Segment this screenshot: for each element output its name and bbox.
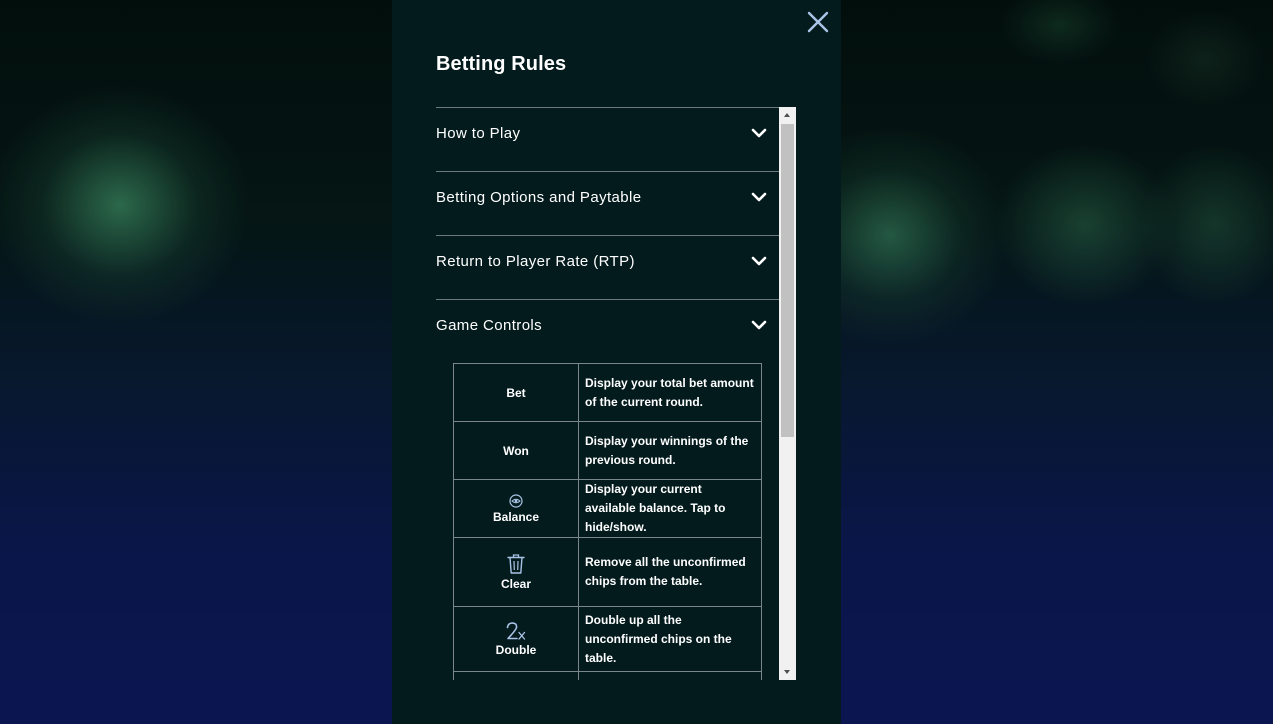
control-name: Balance (453, 479, 579, 538)
control-name: Won (453, 421, 579, 480)
table-row: Bet Display your total bet amount of the… (453, 363, 762, 422)
section-label: Game Controls (436, 317, 543, 334)
control-name: Double (453, 606, 579, 672)
eye-icon (509, 493, 523, 508)
control-name: Bet (453, 363, 579, 422)
control-name: Clear (453, 537, 579, 607)
close-icon (807, 11, 829, 33)
table-row: Double Double up all the unconfirmed chi… (453, 606, 762, 672)
section-how-to-play[interactable]: How to Play (436, 107, 779, 171)
control-description (578, 671, 762, 680)
control-description: Double up all the unconfirmed chips on t… (578, 606, 762, 672)
section-label: How to Play (436, 125, 521, 142)
control-description: Remove all the unconfirmed chips from th… (578, 537, 762, 607)
scroll-down-arrow-icon[interactable] (784, 670, 790, 674)
game-controls-table: Bet Display your total bet amount of the… (453, 363, 762, 680)
double-2x-icon (506, 622, 526, 640)
table-row (453, 671, 762, 680)
trash-icon (507, 554, 525, 574)
section-label: Return to Player Rate (RTP) (436, 253, 635, 270)
section-betting-options[interactable]: Betting Options and Paytable (436, 171, 779, 235)
chevron-down-icon (751, 256, 767, 266)
chevron-down-icon (751, 320, 767, 330)
scroll-up-arrow-icon[interactable] (784, 113, 790, 117)
control-description: Display your total bet amount of the cur… (578, 363, 762, 422)
section-label: Betting Options and Paytable (436, 189, 642, 206)
chevron-down-icon (751, 128, 767, 138)
control-description: Display your current available balance. … (578, 479, 762, 538)
scrollbar-thumb[interactable] (781, 124, 794, 437)
table-row: Clear Remove all the unconfirmed chips f… (453, 537, 762, 607)
table-row: Won Display your winnings of the previou… (453, 421, 762, 480)
modal-title: Betting Rules (436, 53, 567, 75)
section-rtp[interactable]: Return to Player Rate (RTP) (436, 235, 779, 299)
control-description: Display your winnings of the previous ro… (578, 421, 762, 480)
table-row: Balance Display your current available b… (453, 479, 762, 538)
scrollbar[interactable] (779, 107, 796, 680)
chevron-down-icon (751, 192, 767, 202)
close-button[interactable] (806, 10, 830, 34)
control-name (453, 671, 579, 680)
rules-content[interactable]: How to Play Betting Options and Paytable… (436, 107, 779, 680)
